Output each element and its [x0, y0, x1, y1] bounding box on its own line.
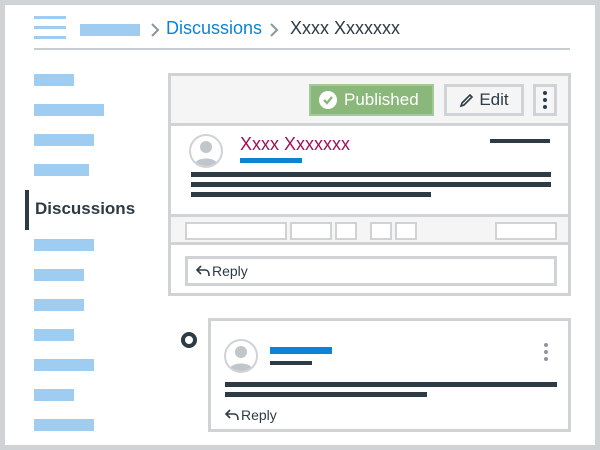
reply-arrow-icon	[196, 265, 210, 277]
sidebar-item-placeholder[interactable]	[34, 359, 94, 371]
sidebar-item-placeholder[interactable]	[34, 419, 94, 431]
header-divider	[34, 48, 570, 50]
sidebar-item-placeholder[interactable]	[34, 299, 84, 311]
action-placeholder[interactable]	[370, 222, 392, 240]
reply-date-placeholder	[270, 361, 312, 365]
action-placeholder[interactable]	[495, 222, 557, 240]
sidebar-item-discussions[interactable]: Discussions	[35, 199, 135, 219]
check-circle-icon	[319, 91, 337, 109]
breadcrumb-course-placeholder[interactable]	[80, 24, 140, 36]
sidebar-item-placeholder[interactable]	[34, 164, 89, 176]
reply-arrow-icon	[225, 409, 239, 421]
action-placeholder[interactable]	[290, 222, 332, 240]
edit-button[interactable]: Edit	[444, 84, 524, 116]
thread-marker-icon	[181, 332, 197, 348]
sidebar-item-placeholder[interactable]	[34, 329, 74, 341]
sidebar-active-indicator	[25, 190, 29, 230]
reply-body-text-line	[225, 392, 427, 397]
sidebar-item-placeholder[interactable]	[34, 239, 94, 251]
sidebar-item-placeholder[interactable]	[34, 104, 104, 116]
published-label: Published	[344, 90, 419, 109]
discussion-topic-card: Published Edit Xxxx Xxxxxxx Reply	[168, 73, 571, 296]
pencil-icon	[460, 93, 474, 108]
action-placeholder[interactable]	[335, 222, 357, 240]
user-avatar-icon[interactable]	[189, 134, 223, 168]
chevron-right-icon	[151, 23, 160, 37]
sidebar-item-placeholder[interactable]	[34, 269, 84, 281]
post-body-text-line	[191, 182, 551, 187]
action-placeholder[interactable]	[185, 222, 287, 240]
post-actions-strip	[171, 214, 568, 245]
chevron-right-icon	[270, 23, 279, 37]
reply-input[interactable]: Reply	[185, 256, 557, 286]
sidebar-item-placeholder[interactable]	[34, 74, 74, 86]
author-role-placeholder	[240, 158, 302, 163]
reply-link[interactable]: Reply	[225, 407, 277, 423]
reply-author-placeholder[interactable]	[270, 347, 332, 354]
kebab-menu-icon[interactable]	[533, 84, 557, 116]
reply-entry-card: Reply	[208, 318, 571, 432]
post-body-text-line	[191, 192, 431, 197]
breadcrumb-discussions-link[interactable]: Discussions	[166, 18, 262, 39]
breadcrumb-current-page: Xxxx Xxxxxxx	[290, 18, 401, 38]
reply-label: Reply	[212, 263, 248, 279]
author-name-link[interactable]: Xxxx Xxxxxxx	[240, 134, 350, 155]
post-body-text-line	[191, 172, 551, 177]
post-date-placeholder	[490, 139, 550, 143]
hamburger-icon[interactable]	[34, 16, 66, 40]
topic-toolbar: Published Edit	[171, 76, 568, 126]
reply-body-text-line	[225, 382, 557, 387]
sidebar-item-placeholder[interactable]	[34, 389, 74, 401]
reply-label: Reply	[241, 407, 277, 423]
sidebar-item-placeholder[interactable]	[34, 134, 94, 146]
edit-label: Edit	[479, 90, 509, 109]
user-avatar-icon[interactable]	[224, 339, 258, 373]
kebab-menu-icon[interactable]	[544, 343, 548, 361]
published-status-button[interactable]: Published	[309, 84, 434, 116]
action-placeholder[interactable]	[395, 222, 417, 240]
